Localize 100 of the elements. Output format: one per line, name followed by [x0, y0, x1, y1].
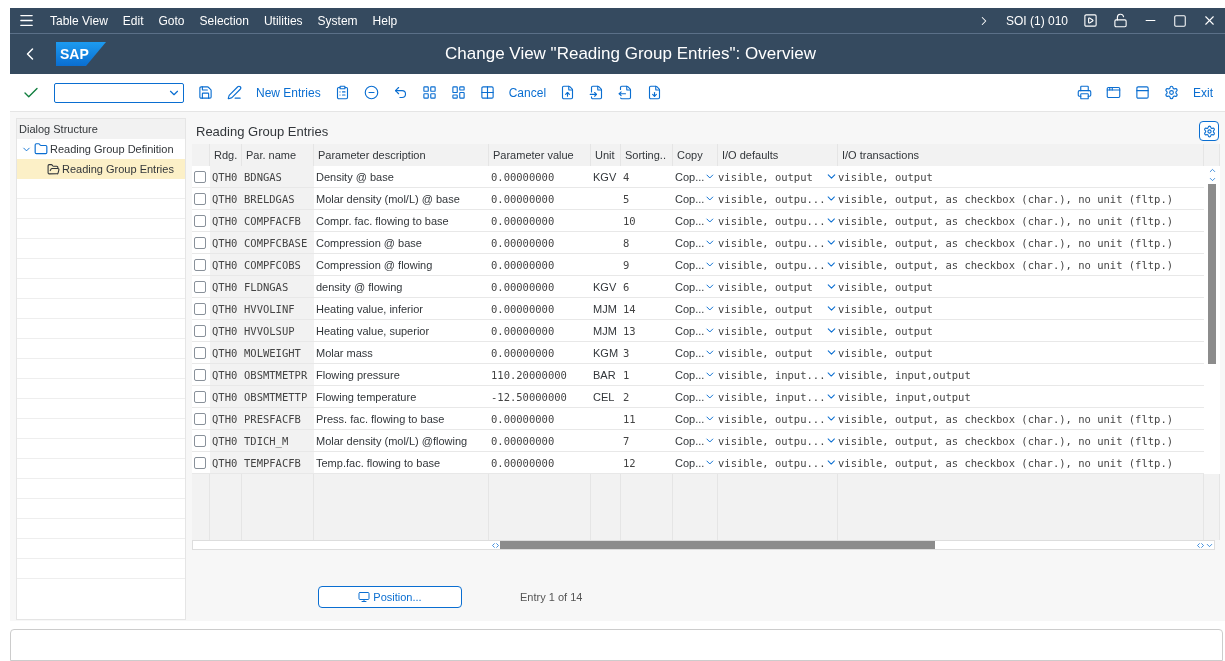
menu-item[interactable]: Table View — [50, 13, 108, 28]
dropdown-field[interactable]: visible, output — [718, 166, 838, 188]
dropdown-field[interactable]: visible, output — [718, 320, 838, 342]
dropdown-field[interactable]: visible, outpu... — [718, 232, 838, 254]
column-header[interactable]: Unit — [591, 144, 621, 166]
table-cell: -12.50000000 — [489, 386, 591, 408]
dropdown-field[interactable]: Cop... — [673, 364, 718, 386]
scroll-arrows-icon[interactable] — [491, 540, 500, 550]
column-header[interactable]: Par. name — [242, 144, 314, 166]
tree-label[interactable]: Reading Group Definition — [50, 143, 174, 155]
dropdown-field[interactable]: visible, input... — [718, 386, 838, 408]
scrollbar-thumb[interactable] — [500, 541, 935, 549]
dropdown-field[interactable]: visible, outpu... — [718, 452, 838, 474]
dropdown-field[interactable]: visible, outpu... — [718, 254, 838, 276]
scrollbar-track[interactable] — [192, 540, 1215, 550]
delete-icon[interactable] — [363, 85, 379, 100]
dropdown-field[interactable]: visible, outpu... — [718, 188, 838, 210]
dropdown-field[interactable]: Cop... — [673, 430, 718, 452]
save-icon[interactable] — [198, 85, 213, 100]
sap-logo: SAP — [56, 42, 106, 66]
command-field[interactable] — [54, 82, 184, 103]
unlock-icon[interactable] — [1113, 13, 1128, 28]
dropdown-field[interactable]: Cop... — [673, 188, 718, 210]
new-entries-button[interactable]: New Entries — [256, 85, 321, 100]
row-checkbox[interactable] — [194, 390, 206, 403]
window-icon[interactable] — [1106, 85, 1121, 100]
exit-button[interactable]: Exit — [1193, 85, 1213, 100]
menu-item[interactable]: Utilities — [263, 13, 303, 28]
menu-item[interactable]: System — [317, 13, 358, 28]
menu-item[interactable]: Edit — [122, 13, 144, 28]
dropdown-field[interactable]: Cop... — [673, 320, 718, 342]
column-header[interactable]: Parameter value — [489, 144, 591, 166]
table-cell: COMPFCOBS — [242, 254, 314, 276]
dropdown-field[interactable]: visible, input... — [718, 364, 838, 386]
print-icon[interactable] — [1077, 85, 1092, 100]
scroll-arrows-icon[interactable] — [1196, 540, 1205, 550]
tree-item[interactable]: Reading Group Entries — [17, 159, 185, 179]
dropdown-field[interactable]: Cop... — [673, 166, 718, 188]
dropdown-field[interactable]: Cop... — [673, 342, 718, 364]
table-cell: Compr. fac. flowing to base — [314, 210, 489, 232]
row-checkbox[interactable] — [194, 456, 206, 469]
maximize-icon[interactable] — [1173, 13, 1187, 28]
table-cell: 0.00000000 — [489, 276, 591, 298]
row-checkbox[interactable] — [194, 214, 206, 227]
dropdown-field[interactable]: visible, output — [718, 276, 838, 298]
row-checkbox[interactable] — [194, 302, 206, 315]
row-checkbox[interactable] — [194, 346, 206, 359]
row-checkbox[interactable] — [194, 434, 206, 447]
dropdown-field[interactable]: visible, outpu... — [718, 210, 838, 232]
dropdown-field[interactable]: Cop... — [673, 254, 718, 276]
row-checkbox[interactable] — [194, 324, 206, 337]
dropdown-field[interactable]: visible, output — [718, 342, 838, 364]
column-header[interactable]: I/O defaults — [718, 144, 838, 166]
dropdown-field[interactable]: visible, outpu... — [718, 408, 838, 430]
row-checkbox[interactable] — [194, 368, 206, 381]
position-button[interactable]: Position... — [318, 586, 462, 608]
edit-icon[interactable] — [227, 85, 242, 100]
menu-icon[interactable] — [18, 12, 35, 29]
column-header[interactable]: Sorting.. — [621, 144, 673, 166]
menu-item[interactable]: Help — [372, 13, 398, 28]
row-checkbox[interactable] — [194, 192, 206, 205]
settings-icon[interactable] — [1164, 85, 1179, 100]
table-cell: 7 — [621, 430, 673, 452]
tree-label[interactable]: Reading Group Entries — [62, 163, 174, 175]
row-checkbox[interactable] — [194, 170, 206, 183]
table-cell: QTH0 — [210, 188, 242, 210]
dropdown-field[interactable]: Cop... — [673, 408, 718, 430]
play-icon[interactable] — [1083, 13, 1098, 28]
scroll-up-icon[interactable] — [1207, 166, 1217, 175]
dropdown-field[interactable]: Cop... — [673, 386, 718, 408]
table-cell: 0.00000000 — [489, 298, 591, 320]
dropdown-field[interactable]: Cop... — [673, 298, 718, 320]
scroll-down-icon[interactable] — [1207, 175, 1217, 184]
layout-icon[interactable] — [1135, 85, 1150, 100]
row-checkbox[interactable] — [194, 236, 206, 249]
dropdown-field[interactable]: Cop... — [673, 210, 718, 232]
column-header[interactable]: I/O transactions — [838, 144, 1204, 166]
table-cell: visible, output — [838, 298, 1204, 320]
menu-item[interactable]: Goto — [158, 13, 185, 28]
undo-icon[interactable] — [392, 85, 408, 100]
menu-item[interactable]: Selection — [199, 13, 249, 28]
column-header[interactable]: Parameter description — [314, 144, 489, 166]
table-cell: 11 — [621, 408, 673, 430]
table-cell: QTH0 — [210, 254, 242, 276]
table-cell: visible, output, as checkbox (char.), no unit (fltp.) — [838, 188, 1204, 210]
cancel-button[interactable]: Cancel — [508, 85, 547, 100]
row-checkbox[interactable] — [194, 412, 206, 425]
scrollbar-thumb[interactable] — [1208, 184, 1216, 364]
close-icon[interactable] — [1202, 13, 1217, 28]
table-cell: QTH0 — [210, 210, 242, 232]
dropdown-field[interactable]: Cop... — [673, 276, 718, 298]
row-checkbox[interactable] — [194, 258, 206, 271]
dropdown-field[interactable]: visible, output — [718, 298, 838, 320]
table-cell: 5 — [621, 188, 673, 210]
column-header[interactable]: Copy — [673, 144, 718, 166]
dropdown-field[interactable]: visible, outpu... — [718, 430, 838, 452]
row-checkbox[interactable] — [194, 280, 206, 293]
column-header[interactable]: Rdg. — [210, 144, 242, 166]
dropdown-field[interactable]: Cop... — [673, 452, 718, 474]
dropdown-field[interactable]: Cop... — [673, 232, 718, 254]
